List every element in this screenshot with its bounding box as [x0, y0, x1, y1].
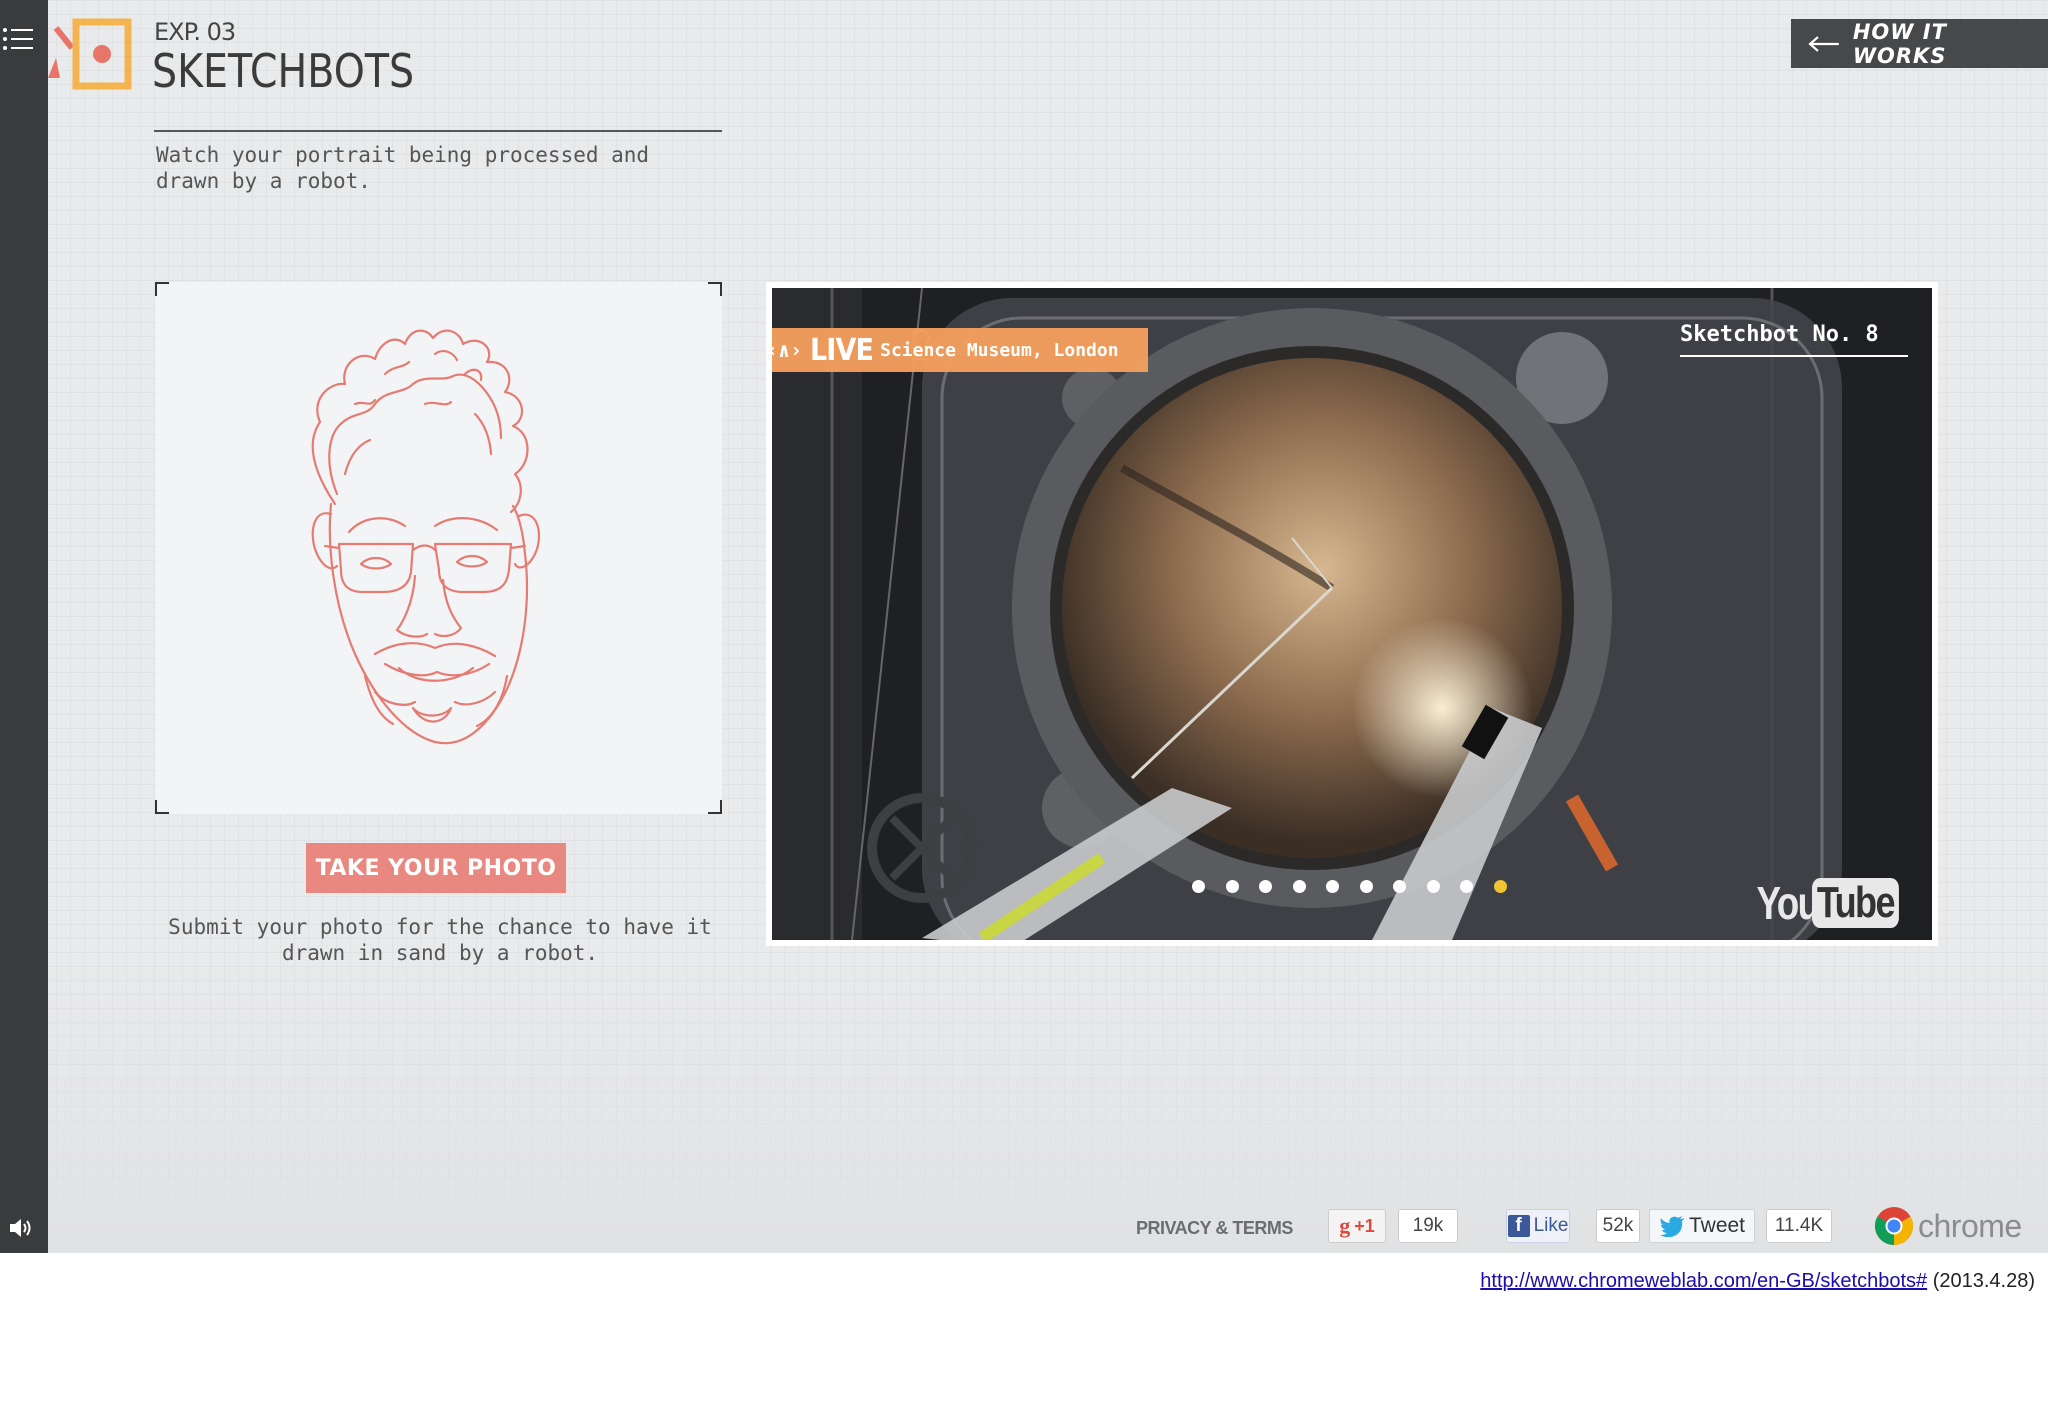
facebook-like-label: Like — [1533, 1215, 1569, 1236]
facebook-like-button[interactable]: f Like — [1506, 1209, 1570, 1243]
frame-corner — [155, 282, 169, 296]
youtube-you: You — [1756, 877, 1820, 929]
live-location: Science Museum, London — [880, 339, 1119, 361]
source-caption: http://www.chromeweblab.com/en-GB/sketch… — [1480, 1270, 2035, 1293]
how-it-works-label: HOW IT WORKS — [1852, 19, 1947, 68]
slide-dot[interactable] — [1225, 880, 1239, 893]
slide-dot[interactable] — [1359, 880, 1373, 893]
live-icon: ‹∧› — [772, 338, 803, 362]
facebook-like-count: 52k — [1596, 1209, 1640, 1243]
slide-pagination — [1192, 880, 1527, 893]
page-title: SKETCHBOTS — [152, 44, 415, 98]
menu-icon[interactable] — [2, 26, 34, 52]
side-rail — [0, 0, 48, 1253]
chrome-logo[interactable]: chrome — [1874, 1206, 2022, 1246]
slide-dot[interactable] — [1460, 880, 1473, 893]
chrome-icon — [1874, 1207, 1914, 1245]
slide-dot[interactable] — [1192, 880, 1205, 893]
frame-corner — [708, 282, 722, 296]
sketchbot-name: Sketchbot No. 8 — [1680, 322, 1908, 357]
tweet-label: Tweet — [1688, 1214, 1746, 1237]
facebook-icon: f — [1507, 1215, 1530, 1237]
slide-dot[interactable] — [1393, 880, 1406, 893]
twitter-bird-icon — [1659, 1216, 1684, 1237]
live-badge: ‹∧› LIVE Science Museum, London — [772, 328, 1148, 372]
logo-icon[interactable] — [48, 18, 134, 92]
youtube-logo[interactable]: You Tube — [1741, 876, 1918, 930]
arrow-left-icon — [1808, 35, 1839, 52]
source-date: (2013.4.28) — [1932, 1270, 2035, 1292]
intro-text: Watch your portrait being processed and … — [156, 143, 650, 193]
title-divider — [154, 130, 722, 132]
submit-description: Submit your photo for the chance to have… — [168, 915, 712, 965]
google-plus-button[interactable]: g +1 — [1328, 1209, 1386, 1243]
slide-dot[interactable] — [1493, 880, 1507, 893]
app-window: EXP. 03 SKETCHBOTS Watch your portrait b… — [0, 0, 2048, 1253]
take-photo-button[interactable]: TAKE YOUR PHOTO — [306, 843, 566, 893]
exp-label: EXP. 03 — [154, 18, 236, 46]
tweet-button[interactable]: Tweet — [1649, 1209, 1755, 1243]
chrome-wordmark: chrome — [1918, 1207, 2022, 1244]
sound-icon[interactable] — [8, 1216, 34, 1240]
youtube-tube: Tube — [1812, 878, 1899, 928]
live-video-player[interactable]: CH ‹∧› LIVE Science Museum, London Sketc… — [766, 282, 1938, 946]
slide-dot[interactable] — [1292, 880, 1306, 893]
live-label: LIVE — [810, 332, 874, 368]
google-plus-count: 19k — [1398, 1209, 1458, 1243]
tweet-count: 11.4K — [1766, 1209, 1832, 1243]
video-stream[interactable]: CH ‹∧› LIVE Science Museum, London Sketc… — [772, 288, 1932, 940]
privacy-terms-link[interactable]: PRIVACY & TERMS — [1136, 1218, 1293, 1239]
slide-dot[interactable] — [1326, 880, 1339, 893]
frame-corner — [708, 800, 722, 814]
slide-dot[interactable] — [1426, 880, 1440, 893]
slide-dot[interactable] — [1259, 880, 1272, 893]
portrait-preview — [155, 282, 722, 814]
video-frame-image: CH — [772, 288, 1932, 940]
portrait-sketch — [311, 329, 541, 745]
frame-corner — [155, 800, 169, 814]
google-plus-icon: g — [1339, 1213, 1351, 1238]
google-plus-label: +1 — [1354, 1215, 1375, 1236]
source-url-link[interactable]: http://www.chromeweblab.com/en-GB/sketch… — [1480, 1270, 1927, 1292]
how-it-works-button[interactable]: HOW IT WORKS — [1791, 19, 2048, 68]
